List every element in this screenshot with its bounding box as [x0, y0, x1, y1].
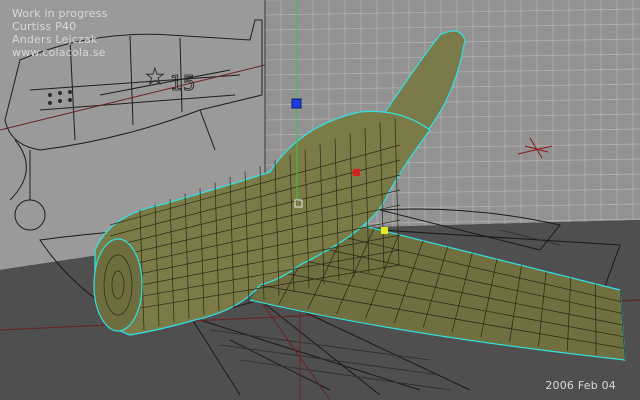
overlay-line-author: Anders Lejczak	[12, 33, 98, 46]
yellow-handle-icon[interactable]	[381, 227, 388, 234]
overlay-line-model: Curtiss P40	[12, 20, 77, 33]
3d-viewport[interactable]: ★ 15 Work in progress Curtiss P40 Anders…	[0, 0, 640, 400]
blueprint-star-icon: ★	[145, 65, 165, 90]
overlay-line-website: www.colacola.se	[12, 46, 106, 59]
nose-cowling-mesh[interactable]	[93, 238, 143, 332]
scene-canvas[interactable]: ★ 15	[0, 0, 640, 400]
overlay-line-status: Work in progress	[12, 7, 108, 20]
red-handle-icon[interactable]	[353, 169, 360, 176]
date-stamp: 2006 Feb 04	[545, 379, 616, 392]
info-overlay: Work in progress Curtiss P40 Anders Lejc…	[12, 7, 108, 59]
blue-handle-icon[interactable]	[291, 98, 302, 109]
